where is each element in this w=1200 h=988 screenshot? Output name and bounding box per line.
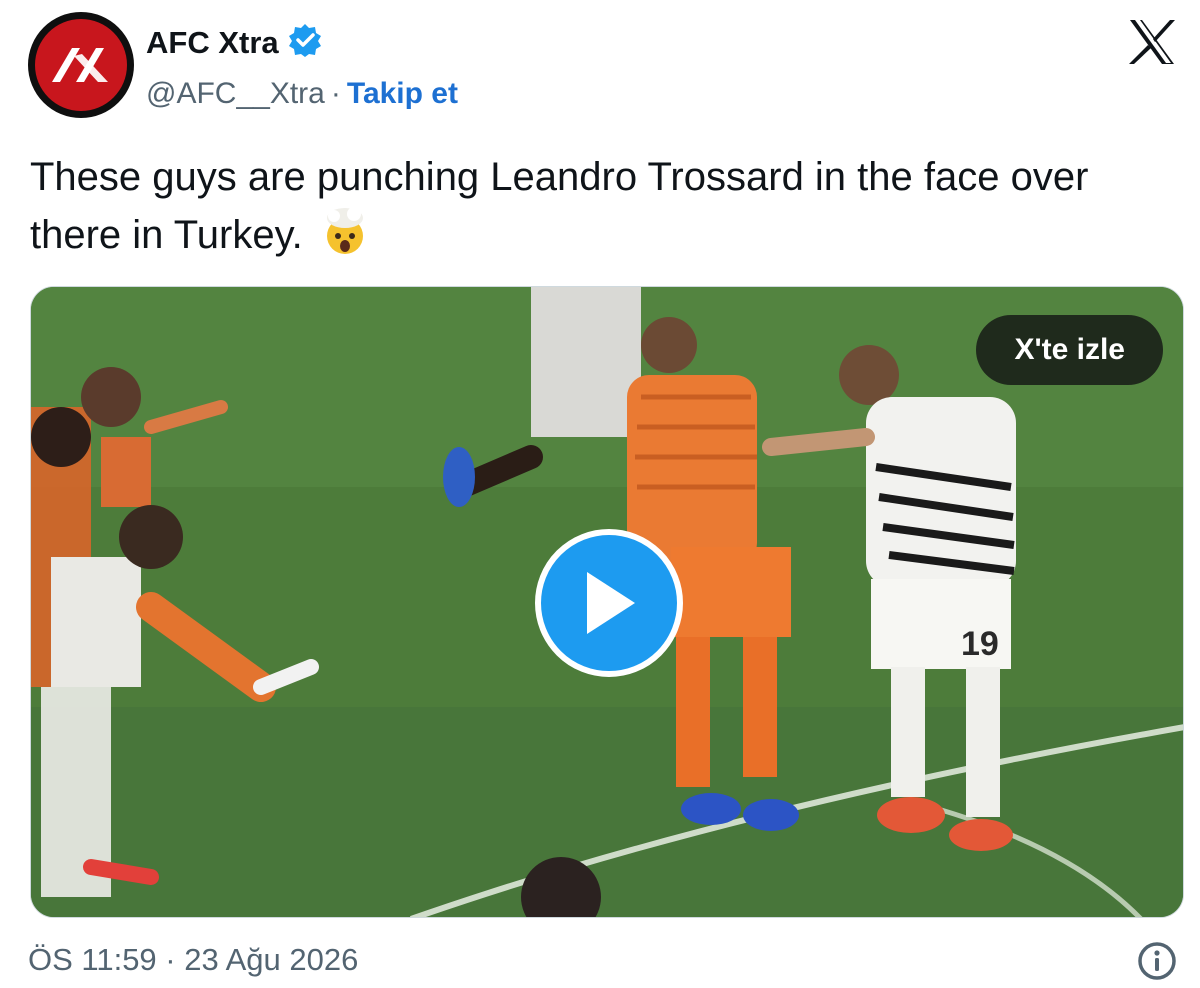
play-icon: [587, 572, 635, 634]
tweet-timestamp[interactable]: ÖS 11:59 · 23 Ağu 2026: [28, 942, 358, 978]
tweet-body: These guys are punching Leandro Trossard…: [30, 155, 1089, 257]
follow-button[interactable]: Takip et: [347, 77, 458, 111]
author-avatar[interactable]: [28, 12, 134, 118]
afc-xtra-logo: [35, 19, 127, 111]
tweet-text: These guys are punching Leandro Trossard…: [30, 150, 1160, 262]
play-button[interactable]: [535, 529, 683, 677]
exploding-head-emoji-icon: [318, 204, 372, 258]
info-icon[interactable]: [1136, 940, 1178, 982]
jersey-number: 19: [961, 625, 999, 663]
handle-separator: ·: [330, 77, 341, 110]
tweet-header: AFC Xtra @AFC__Xtra · Takip et: [28, 12, 1178, 122]
tweet-footer: ÖS 11:59 · 23 Ağu 2026: [28, 940, 1178, 986]
x-logo-icon[interactable]: [1126, 16, 1178, 68]
author-display-name[interactable]: AFC Xtra: [146, 25, 279, 61]
author-info: AFC Xtra @AFC__Xtra · Takip et: [146, 22, 458, 111]
author-handle[interactable]: @AFC__Xtra: [146, 77, 325, 111]
watch-on-x-button[interactable]: X'te izle: [976, 315, 1163, 385]
video-player[interactable]: 19 X'te izle: [30, 286, 1184, 918]
verified-badge-icon: [287, 22, 323, 63]
